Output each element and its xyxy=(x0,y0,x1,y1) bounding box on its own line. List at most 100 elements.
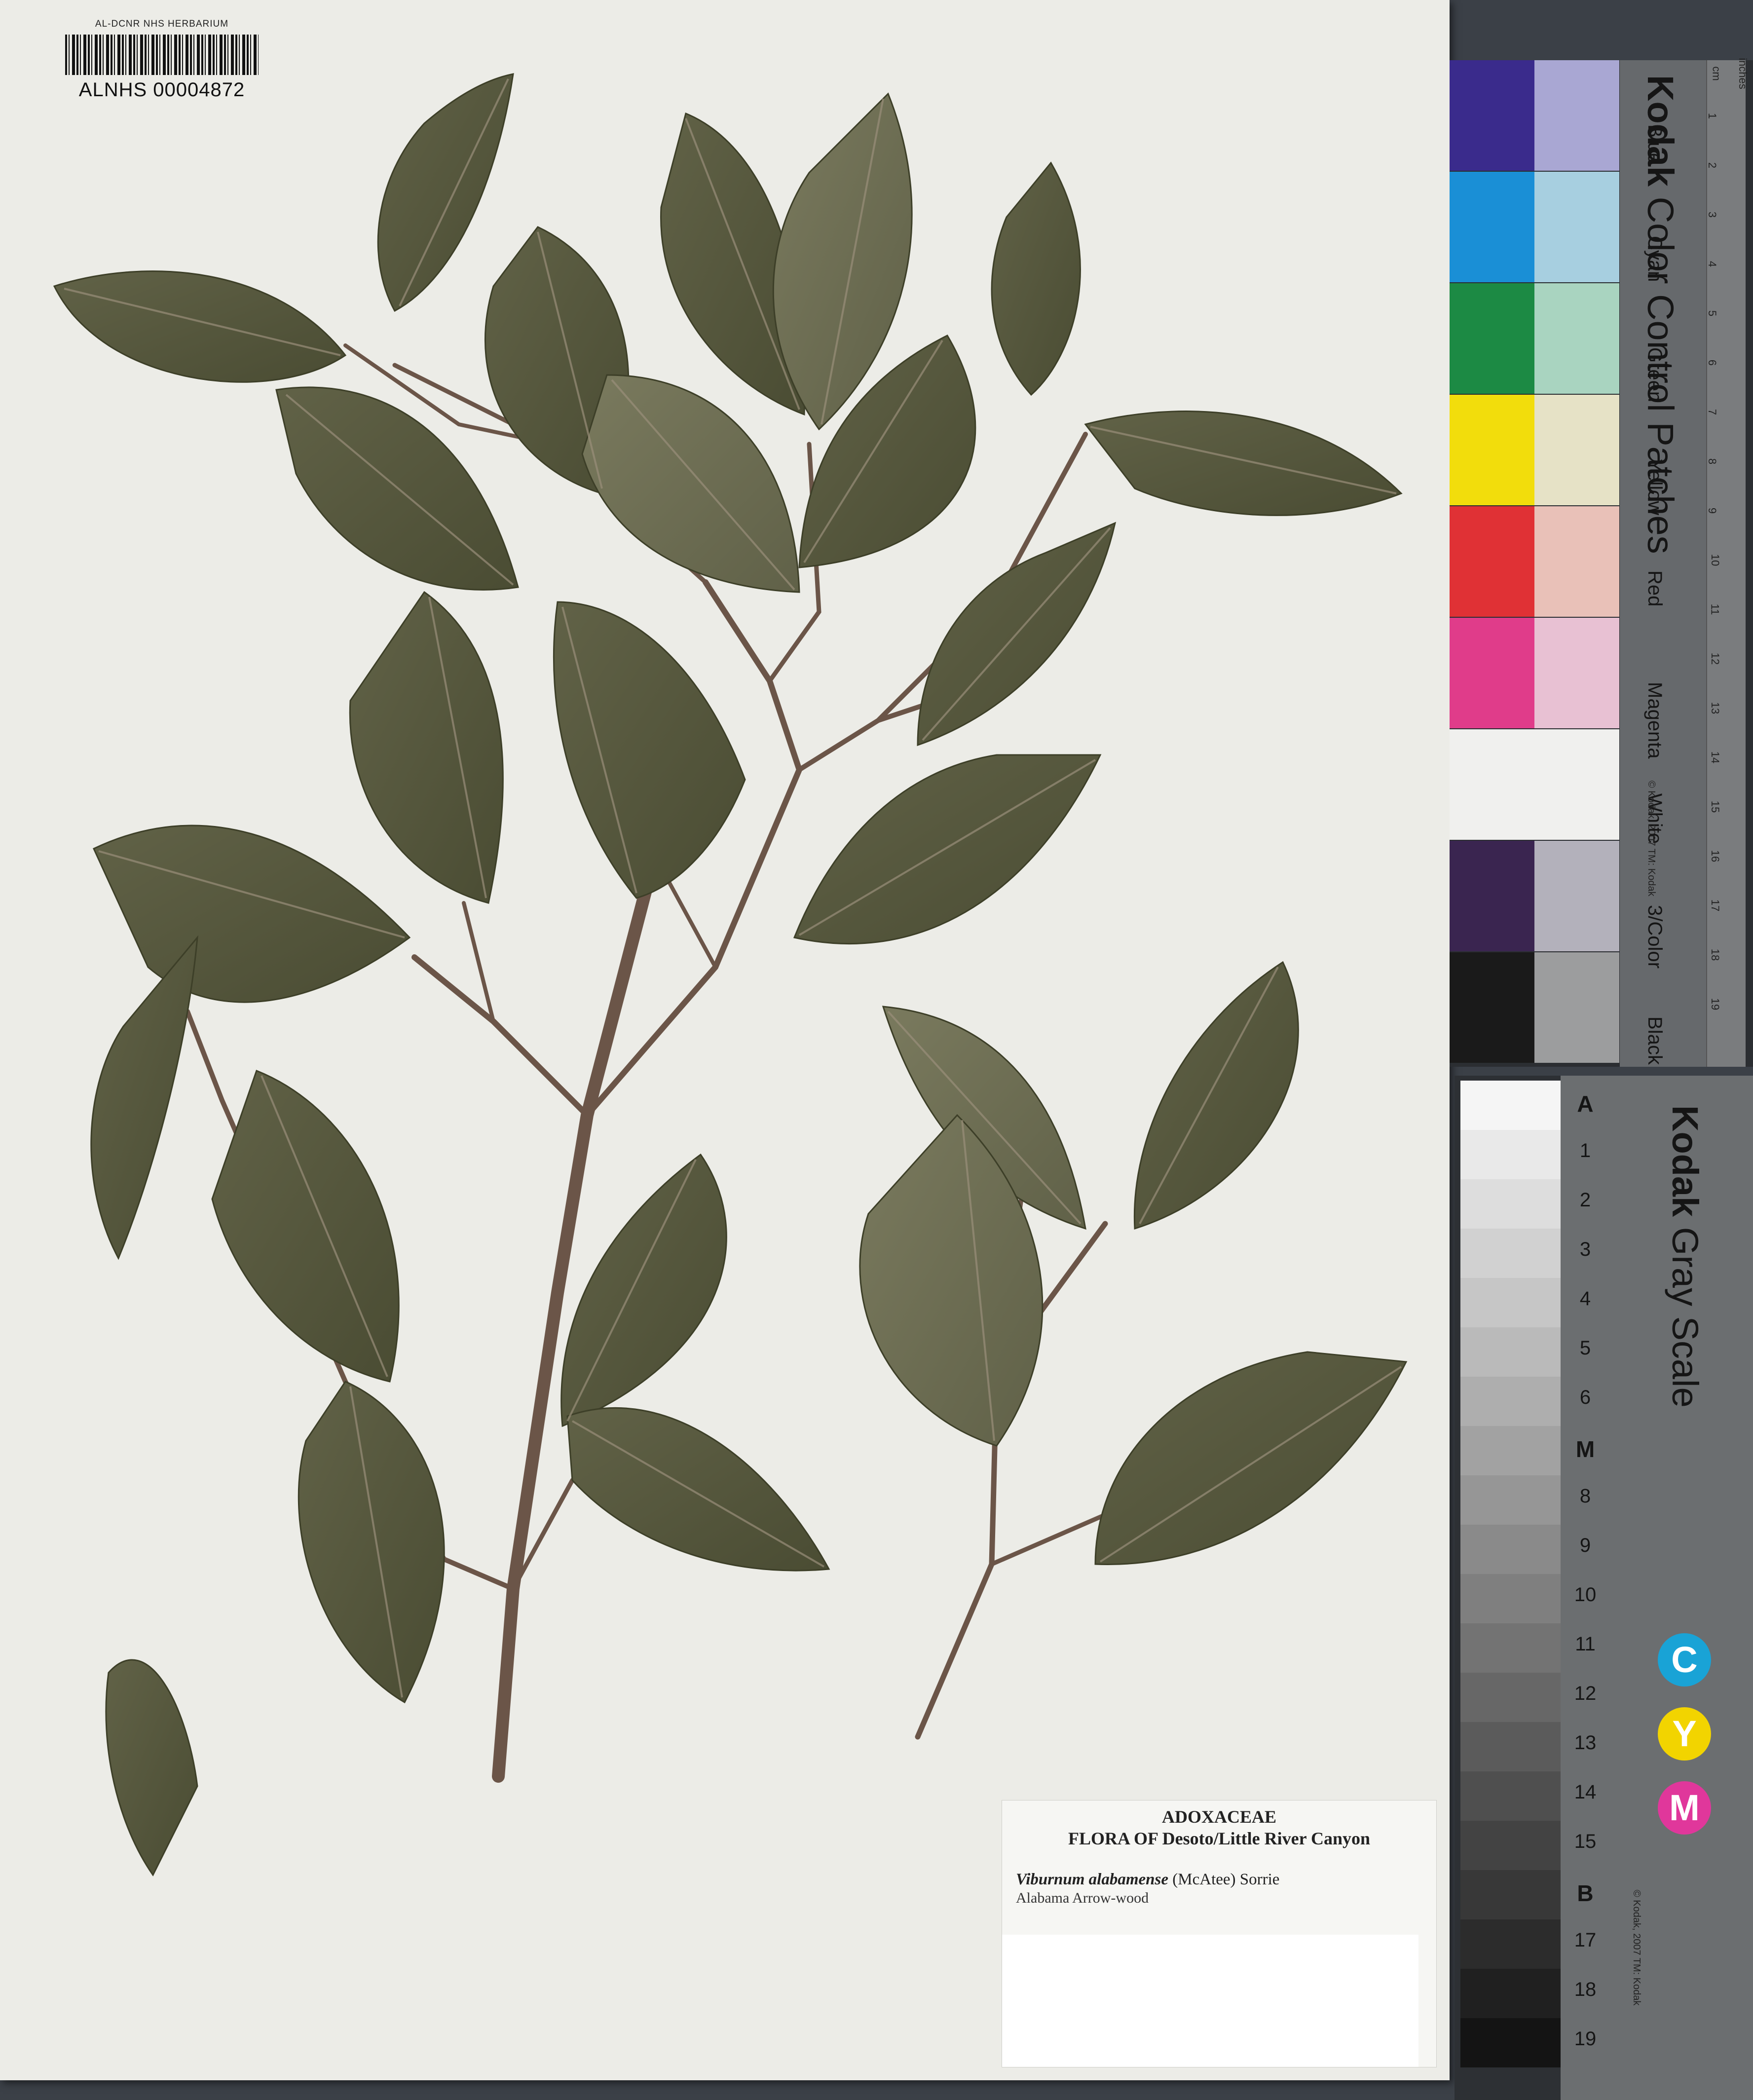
gray-card-copyright: © Kodak, 2007 TM: Kodak xyxy=(1631,1890,1642,2006)
leaf xyxy=(991,161,1081,396)
ruler-number: 3 xyxy=(1706,211,1719,218)
gray-step-label: 8 xyxy=(1579,1485,1591,1507)
gray-step-label: 4 xyxy=(1579,1288,1591,1310)
gray-step-label: 13 xyxy=(1574,1732,1597,1754)
gray-step xyxy=(1460,1081,1562,1130)
gray-step-label: 18 xyxy=(1574,1979,1597,2000)
leaf xyxy=(298,1381,445,1704)
color-patch-tint-4 xyxy=(1534,506,1619,617)
gray-step xyxy=(1460,1229,1562,1278)
color-patch-label: Cyan xyxy=(1644,236,1666,282)
label-species: Viburnum alabamense xyxy=(1016,1871,1169,1888)
ruler-unit-cm: cm xyxy=(1710,66,1723,81)
gray-step xyxy=(1460,1525,1562,1574)
color-patch-tint-2 xyxy=(1534,283,1619,394)
color-patch-6 xyxy=(1450,729,1534,840)
color-patch-tint-3 xyxy=(1534,395,1619,505)
ruler-number: 1 xyxy=(1706,112,1719,119)
gray-step-label: 9 xyxy=(1579,1535,1591,1556)
label-family: ADOXACEAE xyxy=(1161,1807,1276,1827)
gray-step-label: 12 xyxy=(1574,1683,1597,1704)
leaf xyxy=(105,1659,198,1876)
color-patch-label: Magenta xyxy=(1644,682,1666,759)
gray-step-label: 5 xyxy=(1579,1337,1591,1359)
color-patch-tint-5 xyxy=(1534,618,1619,728)
color-patch-tint-8 xyxy=(1534,952,1619,1063)
color-patch-8 xyxy=(1450,952,1534,1063)
color-patch-1 xyxy=(1450,172,1534,282)
color-patch-0 xyxy=(1450,60,1534,171)
color-patch-tint-6 xyxy=(1534,729,1619,840)
color-patch-5 xyxy=(1450,618,1534,728)
gray-card-brand: Kodak xyxy=(1665,1105,1706,1217)
gray-step xyxy=(1460,1179,1562,1229)
leaf xyxy=(90,935,198,1260)
gray-step xyxy=(1460,1821,1562,1870)
leaf xyxy=(1094,1351,1408,1566)
ruler: cm inches 1 2 3 4 5 6 7 8 9 10 11 12 13 14 15 16 17 18 19 xyxy=(1706,58,1749,1067)
gray-step xyxy=(1460,1278,1562,1327)
color-patch-7 xyxy=(1450,841,1534,951)
ruler-number: 13 xyxy=(1709,702,1722,714)
leaf xyxy=(553,601,746,899)
color-patch-label: Yellow xyxy=(1644,459,1666,516)
color-patch-label: Blue xyxy=(1644,124,1666,164)
gray-step xyxy=(1460,1377,1562,1426)
leaf xyxy=(349,591,504,904)
gray-step xyxy=(1460,1327,1562,1377)
gray-step-label: 6 xyxy=(1579,1387,1591,1408)
color-patch-label: Red xyxy=(1644,570,1666,607)
label-common-name: Alabama Arrow-wood xyxy=(1016,1890,1149,1906)
label-flora: FLORA OF Desoto/Little River Canyon xyxy=(1068,1829,1370,1848)
gray-step xyxy=(1460,1969,1562,2018)
ruler-number: 5 xyxy=(1706,310,1719,317)
gray-step-label: 10 xyxy=(1574,1584,1597,1606)
label-scientific-name: Viburnum alabamense (McAtee) Sorrie xyxy=(1016,1871,1436,1889)
ruler-number: 11 xyxy=(1709,603,1721,615)
ruler-number: 6 xyxy=(1706,359,1719,366)
gray-step xyxy=(1460,1919,1562,1969)
gray-step-label: 11 xyxy=(1575,1633,1596,1655)
gray-step-label: B xyxy=(1577,1880,1594,1906)
color-card-copyright: © Kodak, 2007 TM: Kodak xyxy=(1646,781,1657,897)
gray-step xyxy=(1460,1623,1562,1673)
label-author: (McAtee) Sorrie xyxy=(1168,1871,1280,1888)
gray-step xyxy=(1460,1475,1562,1525)
gray-step-label: 19 xyxy=(1574,2028,1597,2050)
ruler-number: 16 xyxy=(1709,850,1722,862)
color-patch-tint-1 xyxy=(1534,172,1619,282)
gray-step xyxy=(1460,2018,1562,2067)
color-patch-tint-0 xyxy=(1534,60,1619,171)
gray-step xyxy=(1460,1426,1562,1475)
leaf xyxy=(53,270,347,383)
gray-step-label: 14 xyxy=(1574,1781,1597,1803)
label-blank-area xyxy=(1002,1935,1418,2067)
cym-dot-m: M xyxy=(1658,1781,1711,1835)
cym-dot-c: C xyxy=(1658,1633,1711,1687)
ruler-unit-inches: inches xyxy=(1736,58,1749,89)
leaf xyxy=(1084,411,1403,516)
leaf xyxy=(93,825,411,1003)
gray-step-label: 17 xyxy=(1574,1929,1597,1951)
gray-step xyxy=(1460,1574,1562,1623)
gray-step-label: 3 xyxy=(1579,1238,1591,1260)
ruler-number: 12 xyxy=(1709,652,1722,665)
leaves xyxy=(53,73,1408,1876)
gray-step xyxy=(1460,1771,1562,1821)
color-patch-3 xyxy=(1450,395,1534,505)
color-patch-label: Green xyxy=(1644,347,1666,403)
gray-card-title: Kodak Gray Scale xyxy=(1664,1105,1706,1408)
plant-specimen xyxy=(53,73,1408,1876)
gray-step-label: A xyxy=(1577,1091,1594,1117)
ruler-number: 7 xyxy=(1706,409,1719,415)
gray-step xyxy=(1460,1130,1562,1179)
color-patch-4 xyxy=(1450,506,1534,617)
ruler-number: 8 xyxy=(1706,458,1719,465)
color-patch-label: 3/Color xyxy=(1644,905,1666,969)
ruler-number: 19 xyxy=(1709,998,1722,1011)
gray-scale-card: A 1 2 3 4 5 6 M 8 9 10 11 12 13 14 15 B 17 18 19 Kodak Gray… xyxy=(1455,1076,1753,2100)
gray-step-label: 15 xyxy=(1574,1831,1597,1852)
herbarium-sheet: AL-DCNR NHS HERBARIUM ALNHS 00004872 ADO… xyxy=(0,0,1450,2080)
ruler-number: 14 xyxy=(1709,751,1722,764)
ruler-number: 15 xyxy=(1709,800,1722,813)
